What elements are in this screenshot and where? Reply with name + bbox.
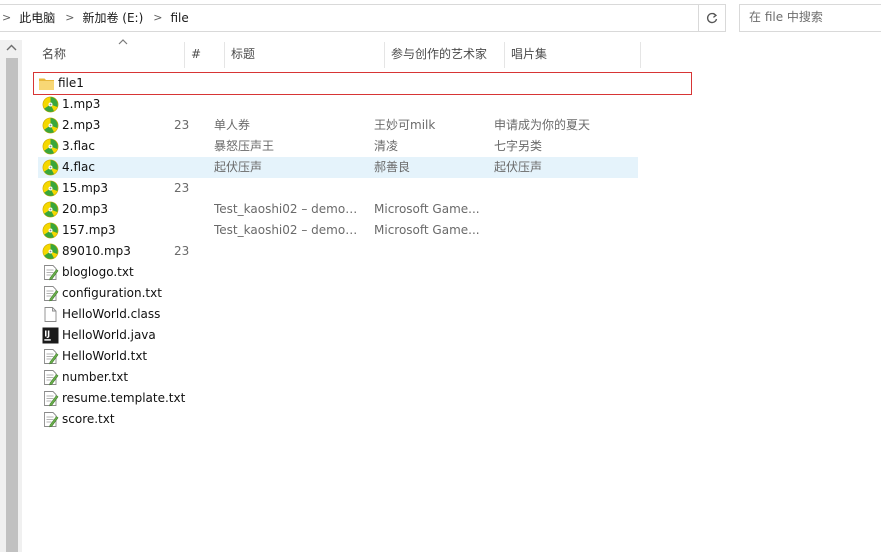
- breadcrumb-this-pc[interactable]: 此电脑: [19, 5, 65, 31]
- file-row[interactable]: HelloWorld.txt: [38, 346, 638, 367]
- text-file-icon: [42, 369, 59, 386]
- folder-row[interactable]: file1: [33, 72, 692, 95]
- file-track-number: 23: [174, 118, 190, 132]
- top-bar: > 此电脑 > 新加卷 (E:) > file: [0, 0, 881, 36]
- file-name: HelloWorld.txt: [62, 349, 148, 363]
- file-title: 单人券: [214, 118, 251, 132]
- file-name: HelloWorld.java: [62, 328, 156, 342]
- text-file-icon: [42, 285, 59, 302]
- file-name: file1: [58, 76, 84, 90]
- text-file-icon: [42, 264, 59, 281]
- file-row[interactable]: IJ HelloWorld.java: [38, 325, 638, 346]
- file-artist: Microsoft Game...: [374, 223, 480, 237]
- music-file-icon: [42, 243, 59, 260]
- file-row[interactable]: 4.flac 起伏压声 郝善良 起伏压声: [38, 157, 638, 178]
- file-album: 七字另类: [494, 139, 543, 153]
- search-input[interactable]: [749, 10, 879, 24]
- file-name: HelloWorld.class: [62, 307, 161, 321]
- intellij-file-icon: IJ: [42, 327, 59, 344]
- file-name: bloglogo.txt: [62, 265, 134, 279]
- column-header-album-label: 唱片集: [511, 47, 548, 61]
- music-file-icon: [42, 159, 59, 176]
- column-header-number-label: #: [191, 47, 202, 61]
- blank-file-icon: [42, 306, 59, 323]
- text-file-icon: [42, 390, 59, 407]
- file-track-number: 23: [174, 181, 190, 195]
- file-name: 20.mp3: [62, 202, 109, 216]
- file-row[interactable]: 157.mp3 Test_kaoshi02 – demo0... Microsoft…: [38, 220, 638, 241]
- file-name: 89010.mp3: [62, 244, 131, 258]
- file-artist: 郝善良: [374, 160, 411, 174]
- file-row[interactable]: 2.mp3 23 单人券 王妙可milk 申请成为你的夏天: [38, 115, 638, 136]
- file-title: 暴怒压声王: [214, 139, 275, 153]
- music-file-icon: [42, 222, 59, 239]
- column-header-name[interactable]: 名称: [36, 39, 186, 68]
- file-name: 15.mp3: [62, 181, 109, 195]
- column-header-number[interactable]: #: [185, 40, 225, 68]
- navigation-pane-scrollbar[interactable]: [0, 40, 22, 552]
- address-bar[interactable]: > 此电脑 > 新加卷 (E:) > file: [0, 4, 726, 32]
- file-name: resume.template.txt: [62, 391, 186, 405]
- music-file-icon: [42, 138, 59, 155]
- breadcrumb: > 此电脑 > 新加卷 (E:) > file: [0, 5, 199, 31]
- file-artist: 王妙可milk: [374, 118, 436, 132]
- file-row[interactable]: 89010.mp3 23: [38, 241, 638, 262]
- file-row[interactable]: score.txt: [38, 409, 638, 430]
- svg-text:IJ: IJ: [44, 330, 50, 339]
- file-row[interactable]: 1.mp3: [38, 94, 638, 115]
- music-file-icon: [42, 96, 59, 113]
- file-title: Test_kaoshi02 – demo0...: [214, 202, 364, 216]
- search-box[interactable]: [739, 4, 881, 32]
- file-row[interactable]: resume.template.txt: [38, 388, 638, 409]
- scroll-up-arrow-icon[interactable]: [6, 44, 17, 51]
- file-row[interactable]: 15.mp3 23: [38, 178, 638, 199]
- file-name: number.txt: [62, 370, 129, 384]
- breadcrumb-separator[interactable]: >: [65, 5, 82, 31]
- file-row[interactable]: bloglogo.txt: [38, 262, 638, 283]
- breadcrumb-separator[interactable]: >: [153, 5, 170, 31]
- file-title: Test_kaoshi02 – demo0...: [214, 223, 364, 237]
- file-name: 157.mp3: [62, 223, 116, 237]
- folder-icon: [38, 75, 55, 92]
- file-artist: 清凌: [374, 139, 399, 153]
- file-name: configuration.txt: [62, 286, 162, 300]
- column-headers: 名称 # 标题 参与创作的艺术家 唱片集: [22, 39, 881, 70]
- file-name: 4.flac: [62, 160, 95, 174]
- scrollbar-thumb[interactable]: [6, 58, 18, 552]
- column-divider[interactable]: [640, 42, 641, 68]
- refresh-button[interactable]: [698, 4, 726, 32]
- file-album: 起伏压声: [494, 160, 543, 174]
- file-track-number: 23: [174, 244, 190, 258]
- text-file-icon: [42, 411, 59, 428]
- file-artist: Microsoft Game...: [374, 202, 480, 216]
- column-header-title[interactable]: 标题: [225, 40, 385, 68]
- column-header-title-label: 标题: [231, 47, 256, 61]
- column-header-artist-label: 参与创作的艺术家: [391, 47, 488, 61]
- file-name: 2.mp3: [62, 118, 101, 132]
- file-row[interactable]: number.txt: [38, 367, 638, 388]
- column-header-name-label: 名称: [42, 47, 67, 61]
- file-row[interactable]: HelloWorld.class: [38, 304, 638, 325]
- file-name: 3.flac: [62, 139, 95, 153]
- music-file-icon: [42, 180, 59, 197]
- text-file-icon: [42, 348, 59, 365]
- file-name: 1.mp3: [62, 97, 101, 111]
- breadcrumb-separator[interactable]: >: [0, 5, 19, 31]
- file-row[interactable]: configuration.txt: [38, 283, 638, 304]
- file-album: 申请成为你的夏天: [494, 118, 591, 132]
- breadcrumb-folder-file[interactable]: file: [170, 5, 198, 31]
- music-file-icon: [42, 117, 59, 134]
- file-row[interactable]: 3.flac 暴怒压声王 清凌 七字另类: [38, 136, 638, 157]
- file-title: 起伏压声: [214, 160, 263, 174]
- music-file-icon: [42, 201, 59, 218]
- breadcrumb-drive-e[interactable]: 新加卷 (E:): [82, 5, 153, 31]
- file-name: score.txt: [62, 412, 115, 426]
- sort-ascending-icon: [118, 39, 128, 45]
- column-header-artist[interactable]: 参与创作的艺术家: [385, 40, 505, 68]
- refresh-icon: [707, 12, 718, 23]
- file-row[interactable]: 20.mp3 Test_kaoshi02 – demo0... Microsoft …: [38, 199, 638, 220]
- column-header-album[interactable]: 唱片集: [505, 40, 641, 68]
